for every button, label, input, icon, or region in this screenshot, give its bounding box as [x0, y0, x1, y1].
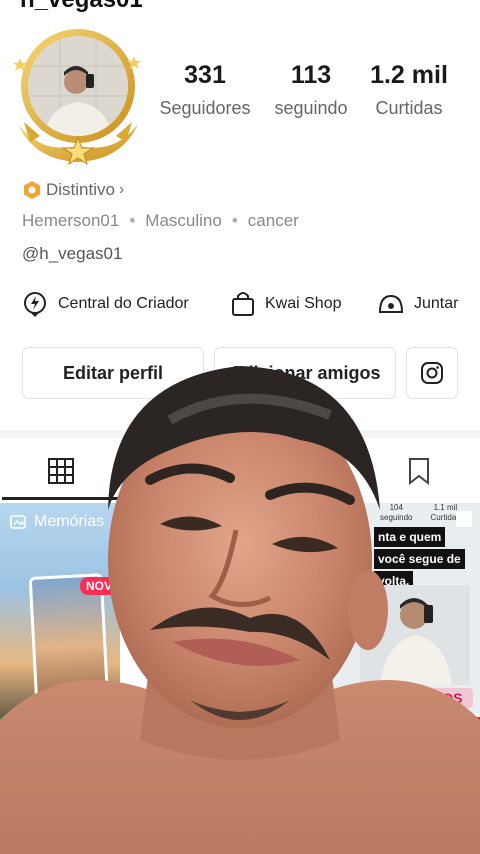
tile-stat1-label: seguindo — [380, 513, 413, 522]
followers-label: Seguidores — [159, 98, 251, 118]
game-tile-right[interactable]: E FOOT BALL — [320, 717, 480, 762]
profile-sign: cancer — [247, 211, 299, 230]
tile-caption: nta e quem você segue de volta. — [374, 527, 480, 593]
kwai-shop-label: Kwai Shop — [265, 295, 342, 312]
image-stack-icon — [10, 515, 26, 529]
caption-line: você segue de — [374, 549, 465, 569]
followers-count: 331 — [184, 61, 226, 89]
kwai-shop-link[interactable]: Kwai Shop — [231, 289, 342, 319]
join-group-label: Juntar — [414, 295, 459, 312]
memories-label-row: Memórias — [10, 513, 104, 531]
caption-line: nta e quem — [374, 527, 446, 547]
separator-dot: • — [231, 211, 238, 230]
shopping-bag-icon — [232, 292, 254, 316]
creator-center-link[interactable]: Central do Criador — [22, 289, 189, 319]
creator-bolt-icon — [24, 292, 46, 317]
avatar[interactable] — [10, 26, 150, 166]
instagram-icon — [421, 362, 443, 384]
badge-label: Distintivo — [46, 180, 115, 199]
likes-label: Curtidas — [375, 98, 443, 118]
likes-stat[interactable]: 1.2 mil Curtidas — [354, 60, 464, 119]
grid-icon — [48, 458, 74, 484]
edit-profile-button[interactable]: Editar perfil — [22, 347, 204, 399]
followers-stat[interactable]: 331 Seguidores — [150, 60, 260, 119]
tile-text-left: E FOOT — [326, 737, 373, 749]
game-tile-left[interactable] — [0, 717, 120, 757]
tile-text-right: BALL — [446, 737, 476, 749]
header-title: h_vegas01 — [20, 0, 143, 12]
tile-bookmark-icon — [456, 511, 472, 527]
tile-stat1: 104 — [389, 503, 403, 512]
section-divider — [0, 430, 480, 438]
badge-hexagon-icon — [24, 181, 40, 199]
profile-name: Hemerson01 — [22, 211, 120, 230]
join-group-link[interactable]: Juntar — [378, 289, 458, 319]
bookmark-icon — [409, 458, 429, 485]
likes-count: 1.2 mil — [370, 61, 448, 89]
chevron-right-icon: › — [118, 181, 125, 198]
video-tile-right[interactable]: 104 seguindo 1.1 mil Curtidas nta e quem v… — [320, 503, 480, 713]
header-partial: h_vegas01 — [0, 0, 480, 12]
creator-center-label: Central do Criador — [58, 295, 189, 312]
new-badge: NOV — [80, 577, 119, 595]
profile-stats: 331 Seguidores 113 seguindo 1.2 mil Curt… — [150, 60, 480, 130]
badge-link[interactable]: Distintivo › — [22, 178, 124, 202]
following-label: seguindo — [274, 98, 348, 118]
add-friends-button[interactable]: Adicionar amigos — [214, 347, 396, 399]
following-count: 113 — [290, 61, 332, 89]
profile-info: Hemerson01 • Masculino • cancer — [22, 209, 299, 233]
avatar-frame-icon — [13, 29, 141, 166]
instagram-button[interactable] — [406, 347, 458, 399]
following-stat[interactable]: 113 seguindo — [256, 60, 366, 119]
memories-tile[interactable]: Memórias NOV — [0, 503, 120, 717]
video-tile-bottom[interactable] — [320, 762, 480, 854]
tile-person-thumbnail — [360, 585, 470, 685]
tile-banner: SOMOS ALIADOS — [334, 688, 473, 708]
active-tab-indicator — [2, 497, 122, 500]
profile-gender: Masculino — [145, 211, 222, 230]
profile-handle: @h_vegas01 — [22, 244, 123, 263]
separator-dot: • — [129, 211, 136, 230]
tab-saved[interactable] — [358, 448, 480, 494]
tab-posts-grid[interactable] — [0, 448, 122, 494]
group-icon — [378, 294, 404, 313]
memories-label: Memórias — [34, 513, 105, 530]
shortcuts-row: Central do Criador Kwai Shop Juntar — [0, 289, 480, 319]
